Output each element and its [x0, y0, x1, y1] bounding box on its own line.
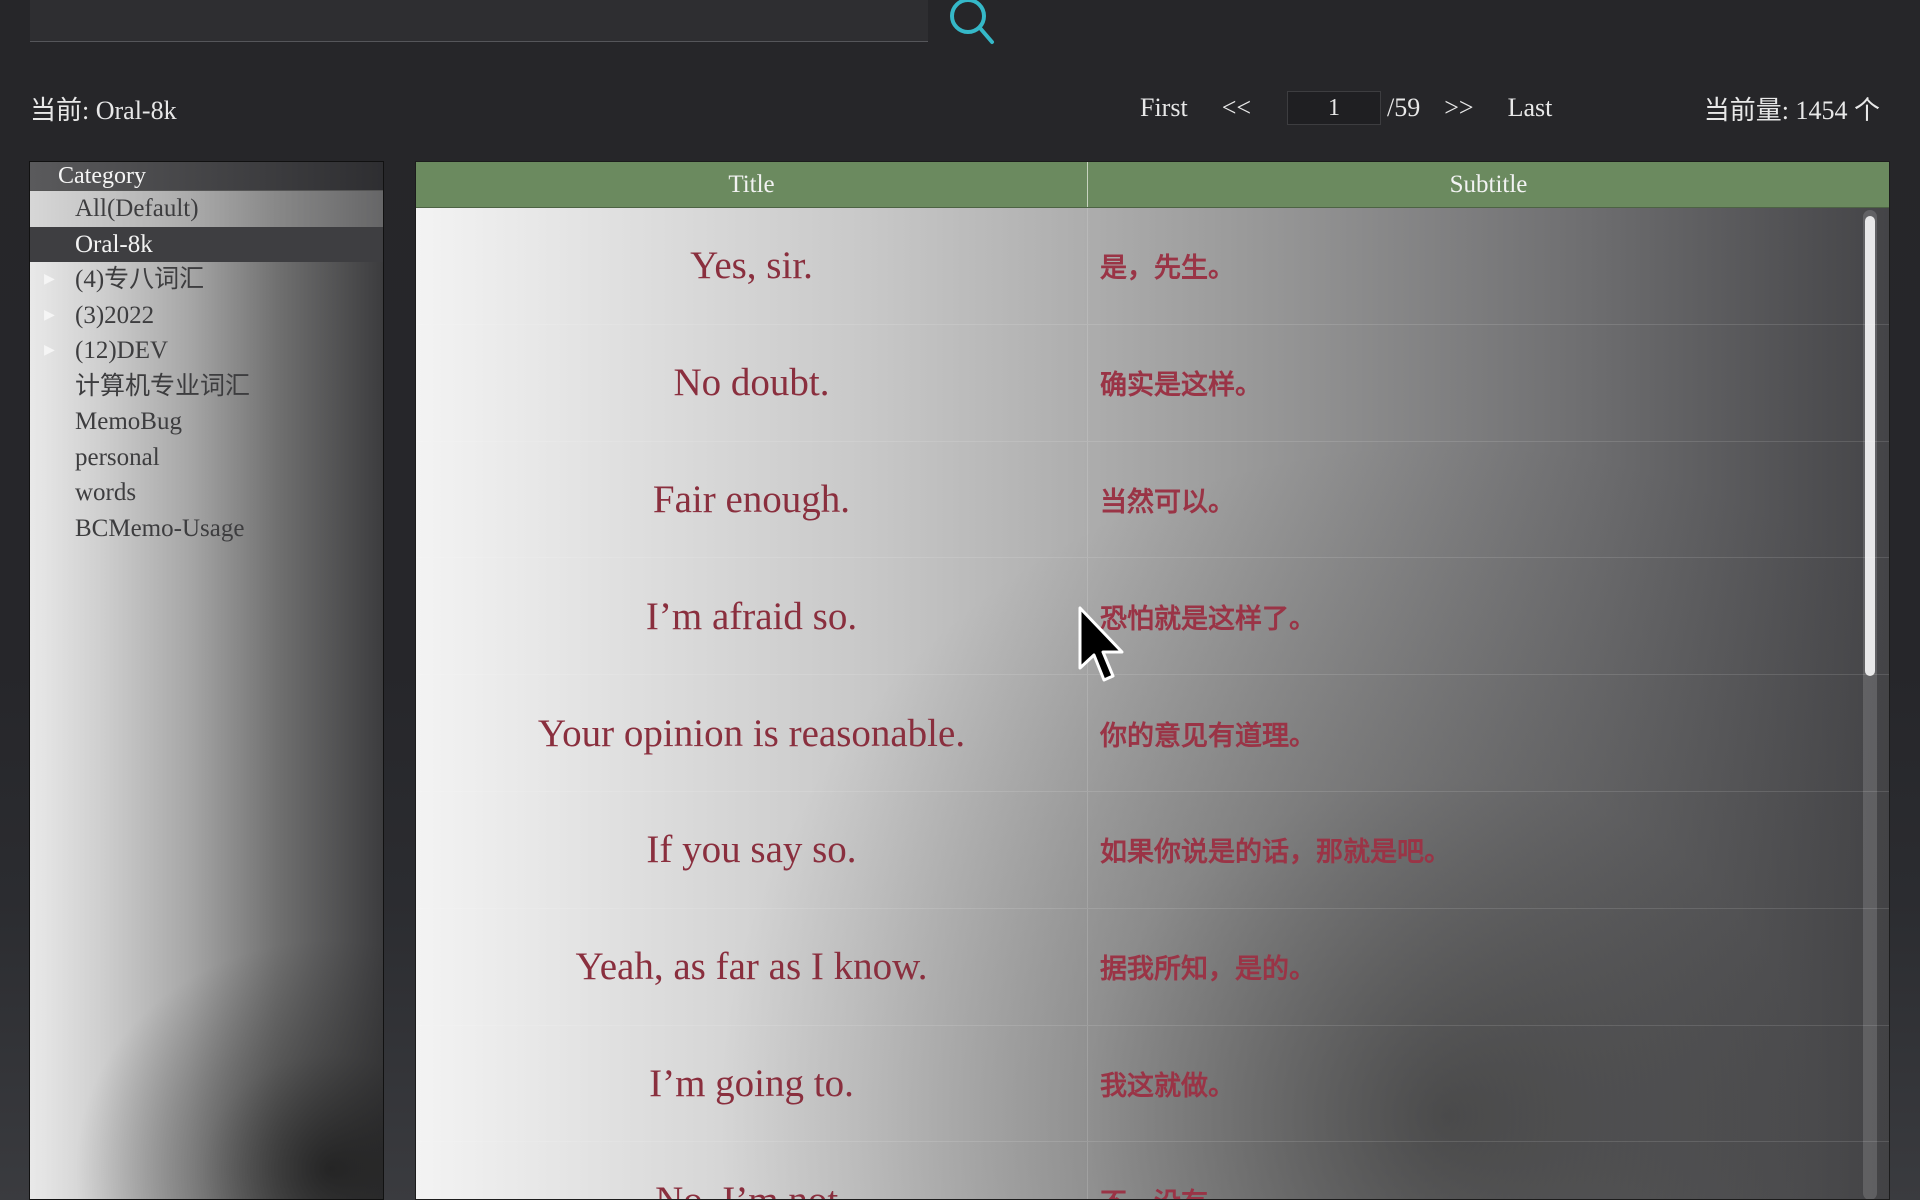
sidebar-item[interactable]: MemoBug: [30, 404, 383, 440]
row-title-cell: Your opinion is reasonable.: [416, 675, 1088, 791]
row-subtitle-cell: 确实是这样。: [1100, 370, 1262, 402]
sidebar-item[interactable]: personal: [30, 440, 383, 476]
first-page-button[interactable]: First: [1140, 93, 1188, 123]
count-unit: 个: [1853, 96, 1880, 125]
page-number-input[interactable]: [1287, 91, 1382, 125]
count-label: 当前量:: [1703, 96, 1789, 125]
table-row[interactable]: If you say so. 如果你说是的话，那就是吧。: [416, 791, 1889, 909]
row-subtitle-cell: 不，没有。: [1088, 1142, 1889, 1199]
table-body: Yes, sir. 是，先生。 No doubt. 确实是这样。 Fair enough…: [416, 208, 1889, 1199]
search-button[interactable]: [946, 0, 1002, 48]
table-row[interactable]: No, I’m not.不，没有。: [416, 1142, 1889, 1199]
sidebar-item[interactable]: 计算机专业词汇: [30, 369, 383, 405]
expand-arrow-icon[interactable]: ▶: [44, 298, 55, 334]
row-subtitle-cell: 据我所知，是的。: [1100, 954, 1316, 986]
sidebar-item-label: BCMemo-Usage: [75, 514, 245, 542]
sidebar-item[interactable]: All(Default): [30, 191, 383, 227]
row-subtitle-cell: 恐怕就是这样了。: [1100, 603, 1316, 635]
sidebar-item[interactable]: ▶ (12)DEV: [30, 333, 383, 369]
row-title-cell: Yes, sir.: [416, 208, 1088, 324]
table-row[interactable]: I’m going to. 我这就做。: [416, 1025, 1889, 1143]
phrase-table: Title Subtitle Yes, sir. 是，先生。 No doubt. 确实…: [415, 161, 1890, 1200]
sidebar-item[interactable]: ▶ (4)专八词汇: [30, 262, 383, 298]
row-title-cell: No, I’m not.: [416, 1142, 1088, 1199]
current-category-value: Oral-8k: [95, 96, 177, 125]
sidebar-item[interactable]: BCMemo-Usage: [30, 511, 383, 547]
row-subtitle-cell: 是，先生。: [1100, 253, 1235, 285]
expand-arrow-icon[interactable]: ▶: [44, 333, 55, 369]
table-row[interactable]: Fair enough. 当然可以。: [416, 441, 1889, 559]
current-label: 当前:: [30, 96, 90, 125]
expand-arrow-icon[interactable]: ▶: [44, 262, 55, 298]
app-window: 当前: Oral-8k First << /59 >> Last 当前量: 14…: [0, 0, 1920, 1200]
vertical-scrollbar[interactable]: [1863, 210, 1877, 1199]
sidebar-item-label: Oral-8k: [75, 230, 153, 258]
count-value: 1454: [1795, 96, 1848, 125]
prev-page-button[interactable]: <<: [1222, 93, 1251, 123]
row-title-cell: I’m afraid so.: [416, 558, 1088, 675]
row-subtitle-cell: 我这就做。: [1100, 1070, 1235, 1102]
sidebar-item-label: 计算机专业词汇: [75, 372, 251, 400]
row-subtitle-cell: 如果你说是的话，那就是吧。: [1100, 837, 1451, 869]
sidebar-item-label: (4)专八词汇: [75, 266, 205, 293]
table-row[interactable]: No doubt. 确实是这样。: [416, 324, 1889, 442]
total-pages: /59: [1387, 93, 1421, 122]
row-subtitle-cell: 当然可以。: [1100, 486, 1235, 518]
sidebar-item[interactable]: Oral-8k: [30, 226, 383, 262]
table-header: Title Subtitle: [416, 162, 1889, 208]
row-title-cell: No doubt.: [416, 324, 1088, 441]
table-row[interactable]: Yeah, as far as I know. 据我所知，是的。: [416, 908, 1889, 1026]
search-input[interactable]: [30, 0, 928, 42]
category-sidebar: Category All(Default) Oral-8k ▶ (4)专八词汇 ▶ (3)…: [29, 161, 384, 1200]
sidebar-item-label: words: [75, 479, 137, 506]
next-page-button[interactable]: >>: [1444, 93, 1473, 123]
table-row[interactable]: I’m afraid so. 恐怕就是这样了。: [416, 558, 1889, 676]
item-count-status: 当前量: 1454 个: [1704, 90, 1880, 127]
sidebar-item-label: All(Default): [75, 195, 199, 222]
row-title-cell: I’m going to.: [416, 1025, 1088, 1142]
search-icon: [950, 0, 994, 44]
column-header-subtitle[interactable]: Subtitle: [1088, 162, 1889, 207]
sidebar-item-label: (3)2022: [75, 301, 155, 329]
sidebar-item[interactable]: ▶ (3)2022: [30, 298, 383, 334]
sidebar-item[interactable]: words: [30, 475, 383, 511]
table-row[interactable]: Your opinion is reasonable. 你的意见有道理。: [416, 675, 1889, 792]
category-tree: All(Default) Oral-8k ▶ (4)专八词汇 ▶ (3)2022 ▶ (12)…: [30, 191, 383, 546]
row-title-cell: Yeah, as far as I know.: [416, 908, 1088, 1025]
row-title-cell: If you say so.: [416, 791, 1088, 908]
sidebar-item-label: personal: [75, 443, 160, 471]
row-subtitle-cell: 你的意见有道理。: [1100, 720, 1316, 752]
row-title-cell: Fair enough.: [416, 441, 1088, 558]
pagination: First << /59 >> Last: [1140, 88, 1552, 128]
column-header-title[interactable]: Title: [416, 162, 1088, 207]
sidebar-header: Category: [30, 162, 383, 191]
sidebar-item-label: (12)DEV: [75, 337, 169, 364]
scrollbar-thumb[interactable]: [1865, 216, 1875, 676]
table-row[interactable]: Yes, sir. 是，先生。: [416, 208, 1889, 325]
sidebar-item-label: MemoBug: [75, 408, 182, 435]
current-category-status: 当前: Oral-8k: [30, 90, 177, 127]
last-page-button[interactable]: Last: [1508, 93, 1553, 123]
